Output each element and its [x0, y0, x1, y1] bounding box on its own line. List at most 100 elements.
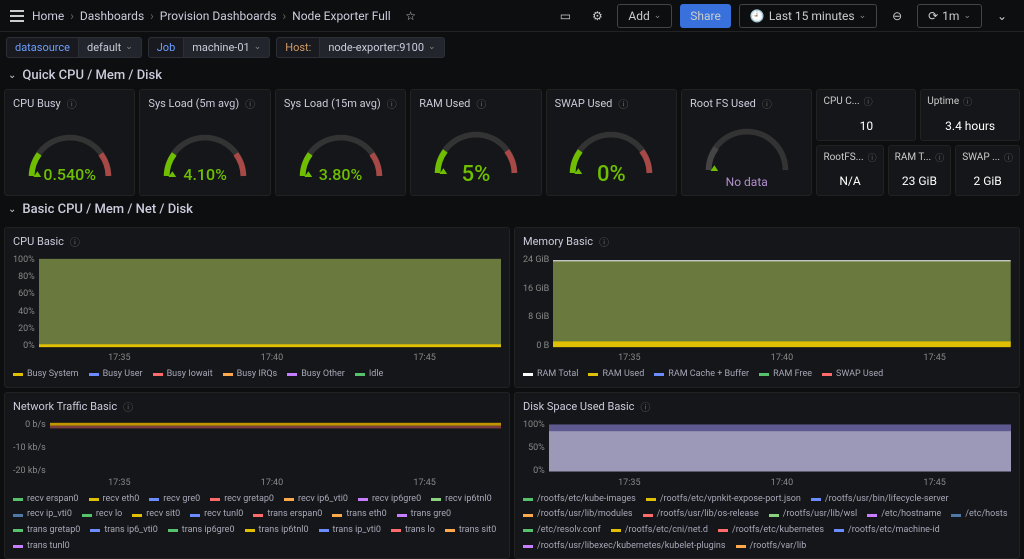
- chevron-down-icon: ⌄: [963, 11, 971, 21]
- gauge-panel[interactable]: RAM Usedⓘ5%: [410, 89, 541, 196]
- stat-value: 10: [823, 119, 909, 133]
- stat-panel[interactable]: RootFS...ⓘN/A: [816, 145, 883, 197]
- legend-item[interactable]: /rootfs/usr/lib/modules: [523, 509, 633, 521]
- bookmark-icon[interactable]: ▭: [553, 4, 577, 28]
- stat-value: N/A: [823, 174, 876, 188]
- info-icon: ⓘ: [640, 399, 650, 414]
- panel-cpu-basic[interactable]: CPU Basicⓘ 100%80%60%40%20%0% 17:3517:40…: [4, 227, 510, 388]
- legend-item[interactable]: trans ip6gre0: [168, 525, 235, 537]
- legend-item[interactable]: /etc/hosts: [951, 509, 1007, 521]
- refresh-picker[interactable]: ⟳1m⌄: [917, 4, 982, 28]
- gauge-panel[interactable]: Root FS UsedⓘNo data: [681, 89, 812, 196]
- legend-item[interactable]: Busy User: [89, 369, 143, 381]
- menu-icon[interactable]: [10, 10, 24, 22]
- panel-network-basic[interactable]: Network Traffic Basicⓘ 0 b/s-10 kb/s-20 …: [4, 392, 510, 559]
- legend-item[interactable]: /etc/resolv.conf: [523, 525, 601, 537]
- y-axis: 100%80%60%40%20%0%: [13, 255, 39, 351]
- legend-item[interactable]: RAM Total: [523, 369, 578, 381]
- legend-item[interactable]: recv sit0: [132, 509, 180, 521]
- var-label: Job: [148, 37, 185, 58]
- panel-title: Network Traffic Basicⓘ: [13, 399, 501, 414]
- y-axis: 24 GiB16 GiB8 GiB0 B: [523, 255, 553, 351]
- bc-dashboards[interactable]: Dashboards: [80, 9, 144, 23]
- section-quick[interactable]: ⌄Quick CPU / Mem / Disk: [0, 62, 1024, 89]
- panel-title: Sys Load (5m avg)ⓘ: [148, 96, 261, 111]
- legend-item[interactable]: trans ip6tnl0: [245, 525, 309, 537]
- var-datasource[interactable]: datasource default⌄: [6, 37, 142, 58]
- legend-item[interactable]: recv ip_vti0: [13, 509, 72, 521]
- stat-panel[interactable]: RAM T...ⓘ23 GiB: [888, 145, 952, 197]
- share-button[interactable]: Share: [680, 4, 731, 28]
- chart-plot[interactable]: [549, 420, 1011, 476]
- gauge-panel[interactable]: SWAP Usedⓘ0%: [546, 89, 677, 196]
- legend-item[interactable]: /rootfs/var/lib: [736, 541, 807, 553]
- legend-item[interactable]: trans sit0: [445, 525, 496, 537]
- legend-item[interactable]: trans ip6_vti0: [90, 525, 157, 537]
- panel-title: Sys Load (15m avg)ⓘ: [284, 96, 397, 111]
- chevron-down-icon: ⌄: [654, 11, 662, 21]
- info-icon: ⓘ: [1004, 151, 1013, 164]
- stat-panel[interactable]: CPU C...ⓘ10: [816, 89, 916, 141]
- legend-item[interactable]: trans gretap0: [13, 525, 80, 537]
- chart-plot[interactable]: [553, 255, 1011, 351]
- chart-plot[interactable]: [39, 255, 501, 351]
- chevron-down-icon: ⌄: [8, 204, 16, 215]
- star-icon[interactable]: ☆: [399, 4, 423, 28]
- gauge-panel[interactable]: Sys Load (15m avg)ⓘ3.80%: [275, 89, 406, 196]
- chart-plot[interactable]: [50, 420, 501, 476]
- stat-value: 2 GiB: [962, 174, 1013, 188]
- time-range-picker[interactable]: 🕘Last 15 minutes⌄: [739, 4, 877, 28]
- legend-item[interactable]: trans lo: [391, 525, 435, 537]
- stat-value: 3.4 hours: [927, 119, 1013, 133]
- add-button[interactable]: Add⌄: [617, 4, 672, 28]
- var-value: machine-01: [192, 41, 249, 54]
- zoom-out-icon[interactable]: ⊖: [885, 4, 909, 28]
- info-icon: ⓘ: [67, 96, 77, 111]
- panel-memory-basic[interactable]: Memory Basicⓘ 24 GiB16 GiB8 GiB0 B 17:35…: [514, 227, 1020, 388]
- legend-item[interactable]: recv lo: [82, 509, 122, 521]
- legend-item[interactable]: RAM Used: [588, 369, 644, 381]
- legend-item[interactable]: SWAP Used: [822, 369, 883, 381]
- clock-icon: 🕘: [750, 9, 765, 23]
- panel-title: Memory Basicⓘ: [523, 234, 1011, 249]
- legend-item[interactable]: /rootfs/etc/kubernetes: [718, 525, 824, 537]
- var-job[interactable]: Job machine-01 ⌄: [148, 37, 271, 58]
- legend-item[interactable]: trans erspan0: [253, 509, 322, 521]
- legend-item[interactable]: /rootfs/etc/machine-id: [834, 525, 940, 537]
- bc-folder[interactable]: Provision Dashboards: [160, 9, 277, 23]
- bc-home[interactable]: Home: [32, 9, 64, 23]
- legend-item[interactable]: Busy IRQs: [223, 369, 278, 381]
- legend-item[interactable]: RAM Free: [759, 369, 812, 381]
- legend-item[interactable]: Busy Iowait: [153, 369, 213, 381]
- stat-panel[interactable]: SWAP ...ⓘ2 GiB: [955, 145, 1020, 197]
- legend-item[interactable]: RAM Cache + Buffer: [654, 369, 749, 381]
- gauge-panel[interactable]: CPU Busyⓘ0.540%: [4, 89, 135, 196]
- info-icon: ⓘ: [387, 96, 397, 111]
- legend-item[interactable]: Busy Other: [287, 369, 345, 381]
- legend-item[interactable]: Busy System: [13, 369, 79, 381]
- info-icon: ⓘ: [762, 96, 772, 111]
- legend-item[interactable]: Idle: [355, 369, 383, 381]
- legend-item[interactable]: trans eth0: [332, 509, 386, 521]
- panel-disk-basic[interactable]: Disk Space Used Basicⓘ 100%50%0% 17:3517…: [514, 392, 1020, 559]
- legend-item[interactable]: recv tunl0: [190, 509, 243, 521]
- legend-item[interactable]: /rootfs/etc/cni/net.d: [611, 525, 708, 537]
- bc-dashboard[interactable]: Node Exporter Full: [292, 9, 391, 23]
- var-host[interactable]: Host: node-exporter:9100⌄: [276, 37, 444, 58]
- section-basic[interactable]: ⌄Basic CPU / Mem / Net / Disk: [0, 196, 1024, 223]
- chevron-down-icon: ⌄: [254, 42, 262, 52]
- legend-item[interactable]: /etc/hostname: [867, 509, 941, 521]
- legend-item[interactable]: /rootfs/usr/lib/os-release: [643, 509, 759, 521]
- legend-item[interactable]: /rootfs/usr/lib/wsl: [769, 509, 857, 521]
- legend-item[interactable]: trans gre0: [397, 509, 451, 521]
- chevron-down-icon[interactable]: ⌄: [990, 4, 1014, 28]
- stat-panel[interactable]: Uptimeⓘ 3.4 hours: [920, 89, 1020, 141]
- gauge-panel[interactable]: Sys Load (5m avg)ⓘ4.10%: [139, 89, 270, 196]
- breadcrumb: Home› Dashboards› Provision Dashboards› …: [32, 9, 391, 23]
- panel-title: Uptimeⓘ: [927, 95, 1013, 108]
- legend-item[interactable]: /rootfs/usr/libexec/kubernetes/kubelet-p…: [523, 541, 726, 553]
- legend-item[interactable]: trans ip_vti0: [319, 525, 381, 537]
- settings-icon[interactable]: ⚙: [585, 4, 609, 28]
- legend-item[interactable]: trans tunl0: [13, 541, 70, 553]
- refresh-icon: ⟳: [928, 9, 938, 23]
